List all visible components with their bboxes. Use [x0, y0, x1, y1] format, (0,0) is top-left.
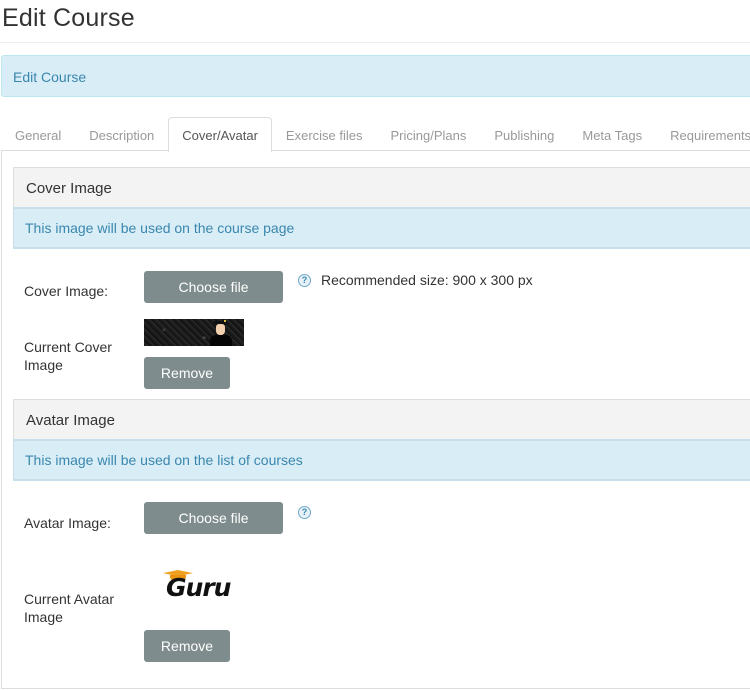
graduate-head-shape: [216, 324, 225, 335]
cover-choose-file-button[interactable]: Choose file: [144, 271, 283, 303]
cover-section-note: This image will be used on the course pa…: [13, 207, 750, 249]
current-cover-label-line1: Current Cover: [24, 339, 112, 355]
tab-exercise-files[interactable]: Exercise files: [272, 117, 377, 151]
question-circle-icon[interactable]: ?: [298, 506, 311, 519]
avatar-choose-file-button[interactable]: Choose file: [144, 502, 283, 534]
current-cover-label-line2: Image: [24, 357, 63, 373]
tab-publishing[interactable]: Publishing: [480, 117, 568, 151]
avatar-section-header: Avatar Image: [13, 399, 750, 439]
tab-pricing-plans[interactable]: Pricing/Plans: [377, 117, 481, 151]
cover-remove-button[interactable]: Remove: [144, 357, 230, 389]
avatar-remove-button[interactable]: Remove: [144, 630, 230, 662]
tab-description[interactable]: Description: [75, 117, 168, 151]
tab-meta-tags[interactable]: Meta Tags: [568, 117, 656, 151]
cover-recommended-size: Recommended size: 900 x 300 px: [321, 272, 533, 288]
current-avatar-label-line2: Image: [24, 609, 63, 625]
page-title: Edit Course: [2, 4, 135, 32]
course-tabs: General Description Cover/Avatar Exercis…: [1, 117, 750, 152]
avatar-image-label: Avatar Image:: [24, 515, 111, 531]
current-cover-image: [144, 319, 244, 346]
tab-general[interactable]: General: [1, 117, 75, 151]
question-circle-icon[interactable]: ?: [298, 274, 311, 287]
graduate-tassel-shape: [224, 320, 226, 322]
cover-section-header: Cover Image: [13, 167, 750, 207]
tab-cover-avatar[interactable]: Cover/Avatar: [168, 117, 272, 152]
title-divider: [0, 42, 750, 43]
cover-image-label: Cover Image:: [24, 283, 109, 299]
edit-course-banner: Edit Course: [1, 55, 750, 97]
current-avatar-label-line1: Current Avatar: [24, 591, 115, 607]
guru-logo-text: Guru: [166, 573, 231, 602]
graduate-body-shape: [210, 335, 232, 346]
current-avatar-label: Current Avatar Image: [24, 590, 114, 626]
current-avatar-image: Guru: [160, 568, 231, 602]
current-cover-label: Current Cover Image: [24, 338, 112, 374]
tab-requirements[interactable]: Requirements: [656, 117, 750, 151]
avatar-section-note: This image will be used on the list of c…: [13, 439, 750, 481]
